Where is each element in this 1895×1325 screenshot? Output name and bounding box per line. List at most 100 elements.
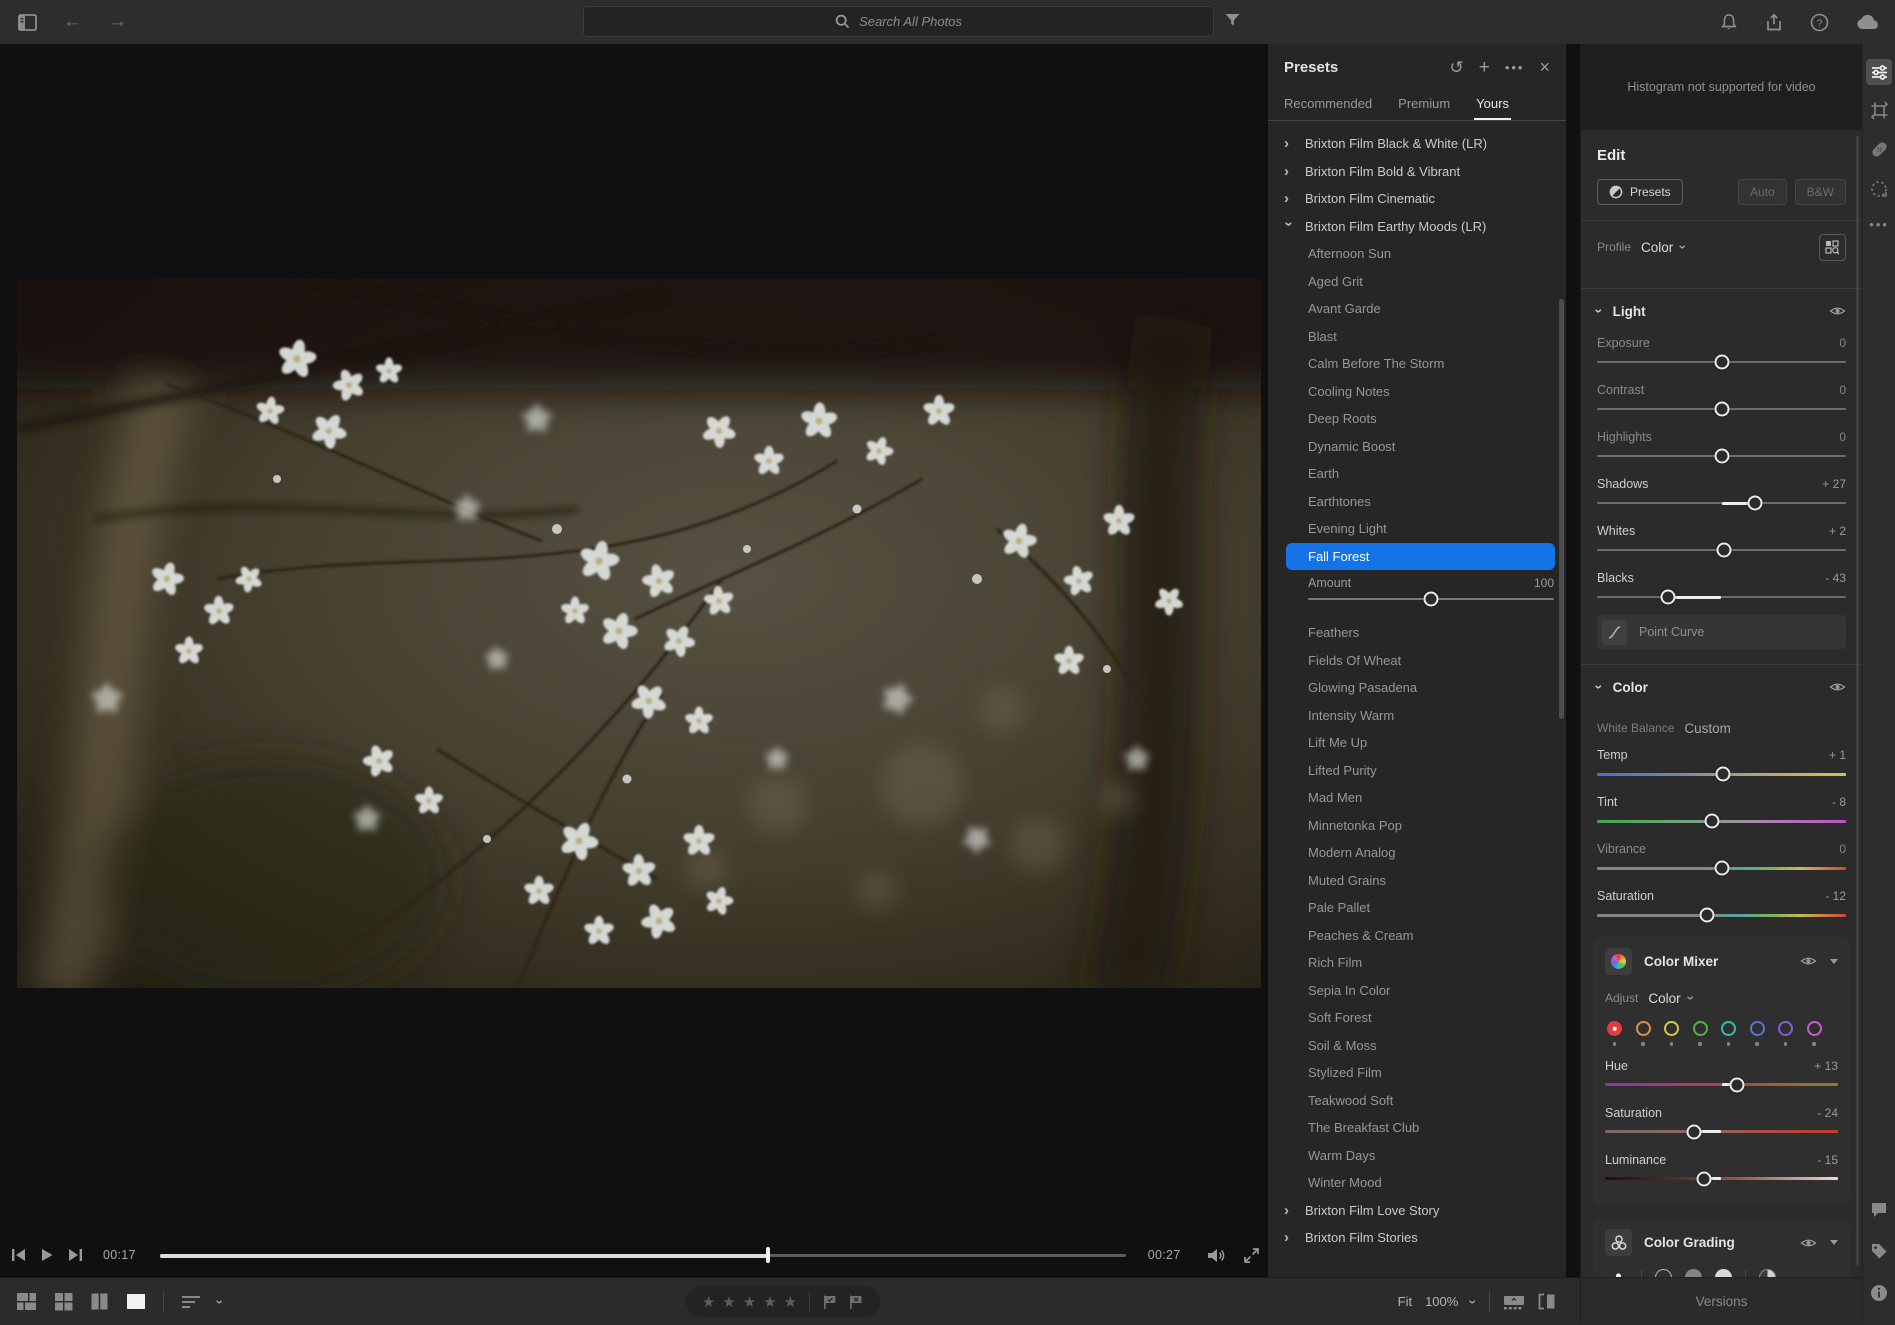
panel-toggle-icon[interactable] — [18, 14, 37, 31]
prev-frame-button[interactable] — [9, 1247, 29, 1263]
next-frame-button[interactable] — [65, 1247, 85, 1263]
preset-group[interactable]: ›Brixton Film Earthy Moods (LR) — [1268, 213, 1566, 241]
preset-item[interactable]: Warm Days — [1268, 1142, 1566, 1170]
eye-icon[interactable] — [1829, 681, 1846, 693]
preset-item[interactable]: Intensity Warm — [1268, 702, 1566, 730]
keywords-tag-icon[interactable] — [1870, 1242, 1888, 1260]
video-frame[interactable] — [17, 279, 1261, 988]
reject-flag-icon[interactable] — [848, 1294, 864, 1310]
cloud-sync-icon[interactable] — [1856, 14, 1881, 31]
slider-track-area[interactable] — [1597, 447, 1846, 466]
back-arrow-icon[interactable]: ← — [63, 11, 82, 33]
eye-icon[interactable] — [1829, 305, 1846, 317]
edit-scrollbar[interactable] — [1856, 136, 1859, 1266]
more-options-icon[interactable]: ••• — [1505, 61, 1525, 74]
channel-swatch-magenta[interactable] — [1807, 1021, 1822, 1046]
zoom-chevron-icon[interactable]: › — [1467, 1299, 1481, 1304]
preset-item[interactable]: Deep Roots — [1268, 405, 1566, 433]
slider-thumb[interactable] — [1715, 767, 1730, 782]
star-icon[interactable]: ★ — [784, 1293, 797, 1311]
preset-item[interactable]: Stylized Film — [1268, 1059, 1566, 1087]
collapse-caret-icon[interactable] — [1830, 959, 1838, 964]
sort-chevron-icon[interactable]: › — [213, 1299, 227, 1304]
preset-item[interactable]: The Breakfast Club — [1268, 1114, 1566, 1142]
preset-item[interactable]: Winter Mood — [1268, 1169, 1566, 1197]
slider-track-area[interactable] — [1605, 1170, 1838, 1189]
slider-thumb[interactable] — [1714, 402, 1729, 417]
tab-premium[interactable]: Premium — [1398, 96, 1450, 120]
notifications-bell-icon[interactable] — [1720, 13, 1738, 32]
preset-item[interactable]: Dynamic Boost — [1268, 433, 1566, 461]
preset-item[interactable]: Sepia In Color — [1268, 977, 1566, 1005]
collapse-caret-icon[interactable] — [1830, 1240, 1838, 1245]
preset-item[interactable]: Avant Garde — [1268, 295, 1566, 323]
profile-chevron-icon[interactable]: › — [1677, 245, 1691, 250]
playhead[interactable] — [766, 1247, 770, 1263]
pick-flag-icon[interactable] — [822, 1294, 838, 1310]
preset-item[interactable]: Calm Before The Storm — [1268, 350, 1566, 378]
color-mixer-header[interactable]: Color Mixer — [1605, 941, 1838, 981]
fullscreen-icon[interactable] — [1243, 1247, 1260, 1264]
preset-item[interactable]: Afternoon Sun — [1268, 240, 1566, 268]
fit-label[interactable]: Fit — [1398, 1294, 1412, 1309]
more-tools-icon[interactable]: ••• — [1869, 217, 1889, 232]
adjust-chevron-icon[interactable]: › — [1684, 996, 1698, 1001]
slider-thumb[interactable] — [1714, 355, 1729, 370]
preset-item-selected[interactable]: Fall Forest — [1286, 543, 1555, 571]
forward-arrow-icon[interactable]: → — [108, 11, 127, 33]
preset-group[interactable]: ›Brixton Film Black & White (LR) — [1268, 130, 1566, 158]
slider-track-area[interactable] — [1597, 494, 1846, 513]
search-input[interactable]: Search All Photos — [583, 6, 1214, 37]
healing-tool-icon[interactable] — [1870, 140, 1889, 159]
compare-view-icon[interactable] — [90, 1292, 109, 1311]
reset-preset-icon[interactable]: ↺ — [1449, 59, 1463, 76]
slider-track-area[interactable] — [1597, 353, 1846, 372]
profile-browser-icon[interactable] — [1819, 234, 1846, 261]
slider-thumb[interactable] — [1714, 861, 1729, 876]
play-button[interactable] — [38, 1247, 56, 1263]
close-panel-icon[interactable]: × — [1539, 58, 1550, 76]
preset-item[interactable]: Soft Forest — [1268, 1004, 1566, 1032]
grading-midtones-button[interactable] — [1685, 1269, 1702, 1278]
slider-track-area[interactable] — [1605, 1123, 1838, 1142]
adjust-value[interactable]: Color — [1648, 991, 1680, 1006]
slider-track-area[interactable] — [1597, 859, 1846, 878]
filmstrip-toggle-icon[interactable] — [1503, 1293, 1525, 1310]
filter-icon[interactable] — [1224, 12, 1241, 28]
preset-item[interactable]: Soil & Moss — [1268, 1032, 1566, 1060]
channel-swatch-teal[interactable] — [1721, 1021, 1736, 1046]
preset-group[interactable]: ›Brixton Film Love Story — [1268, 1197, 1566, 1225]
slider-track-area[interactable] — [1597, 765, 1846, 784]
channel-swatch-purple[interactable] — [1778, 1021, 1793, 1046]
presets-scrollbar[interactable] — [1559, 299, 1564, 719]
zoom-value[interactable]: 100% — [1425, 1294, 1458, 1309]
preset-item[interactable]: Modern Analog — [1268, 839, 1566, 867]
slider-track-area[interactable] — [1597, 400, 1846, 419]
star-icon[interactable]: ★ — [722, 1293, 735, 1311]
help-icon[interactable]: ? — [1810, 13, 1829, 32]
sort-icon[interactable] — [181, 1295, 201, 1309]
star-icon[interactable]: ★ — [702, 1293, 715, 1311]
square-grid-view-icon[interactable] — [54, 1292, 73, 1311]
edit-tool-icon[interactable] — [1866, 59, 1892, 85]
preset-group[interactable]: ›Brixton Film Stories — [1268, 1224, 1566, 1252]
preset-item[interactable]: Lifted Purity — [1268, 757, 1566, 785]
eye-icon[interactable] — [1800, 1237, 1817, 1249]
share-icon[interactable] — [1765, 13, 1783, 32]
white-balance-value[interactable]: Custom — [1684, 721, 1731, 736]
channel-swatch-blue[interactable] — [1750, 1021, 1765, 1046]
channel-swatch-orange[interactable] — [1636, 1021, 1651, 1046]
slider-track-area[interactable] — [1597, 812, 1846, 831]
slider-thumb[interactable] — [1748, 496, 1763, 511]
slider-thumb[interactable] — [1699, 908, 1714, 923]
side-panel-toggle-icon[interactable] — [1538, 1293, 1556, 1310]
info-icon[interactable] — [1870, 1284, 1888, 1302]
preset-item[interactable]: Evening Light — [1268, 515, 1566, 543]
slider-track-area[interactable] — [1597, 588, 1846, 607]
detail-view-icon[interactable] — [126, 1292, 146, 1311]
star-rating[interactable]: ★★★★★ — [702, 1293, 797, 1311]
preset-item[interactable]: Minnetonka Pop — [1268, 812, 1566, 840]
bw-button[interactable]: B&W — [1795, 179, 1846, 205]
slider-thumb[interactable] — [1729, 1077, 1744, 1092]
preset-item[interactable]: Pale Pallet — [1268, 894, 1566, 922]
